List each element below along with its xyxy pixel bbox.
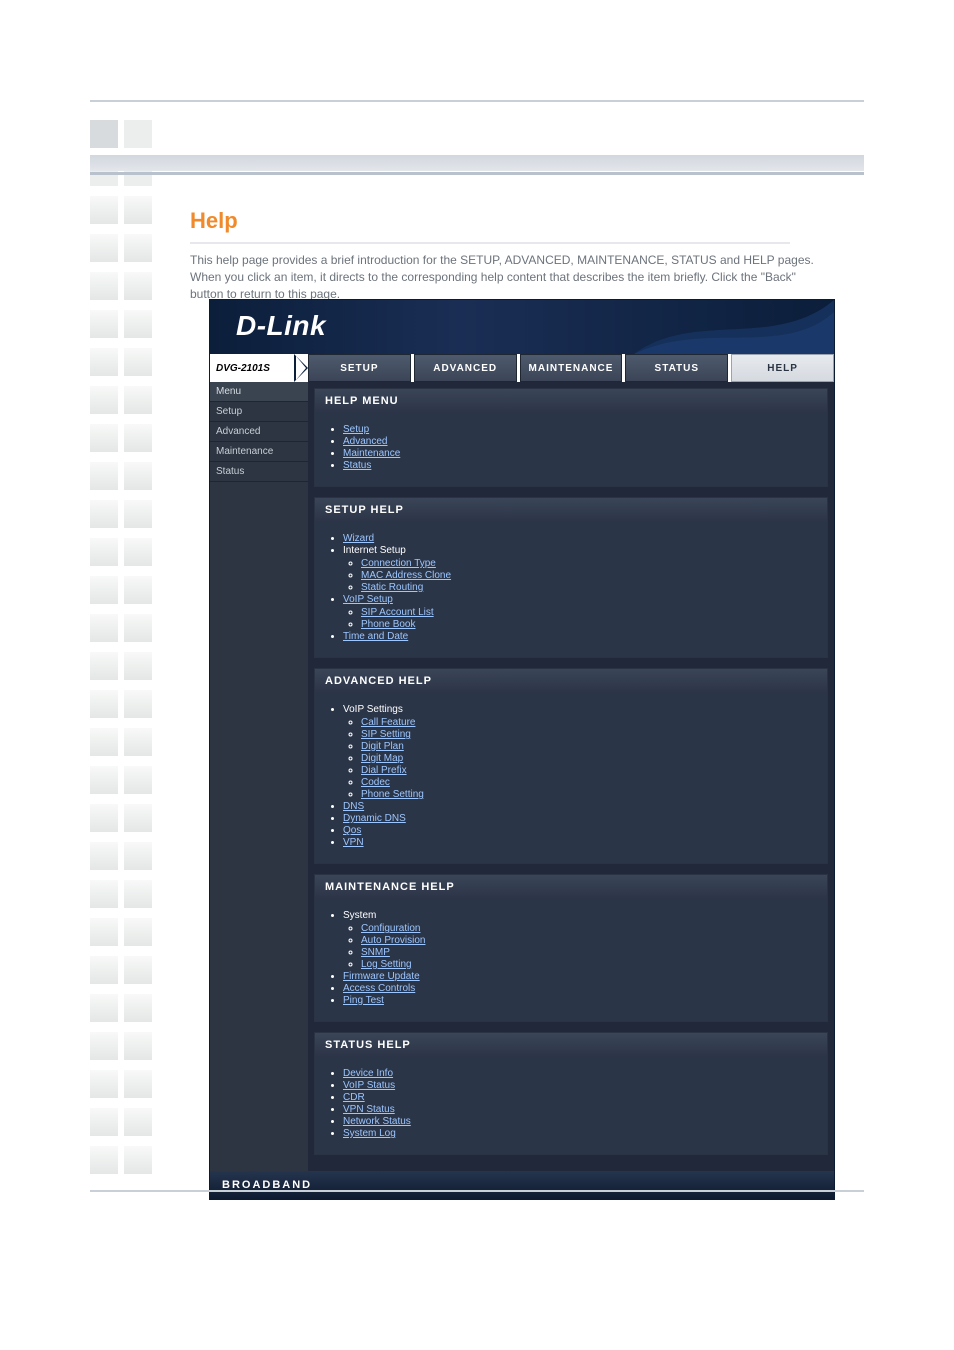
text-voip-settings: VoIP Settings	[343, 704, 403, 715]
side-decoration	[90, 120, 160, 1184]
model-arrow-icon	[294, 354, 312, 382]
left-menu-maintenance[interactable]: Maintenance	[210, 442, 308, 462]
left-menu-status[interactable]: Status	[210, 462, 308, 482]
left-menu: Menu Setup Advanced Maintenance Status	[210, 382, 308, 1171]
link-call-feature[interactable]: Call Feature	[361, 717, 415, 728]
model-text: DVG-2101S	[216, 363, 270, 374]
link-voip-status[interactable]: VoIP Status	[343, 1080, 395, 1091]
bottom-rule	[90, 1190, 864, 1192]
help-intro-text: This help page provides a brief introduc…	[190, 252, 830, 302]
link-wizard[interactable]: Wizard	[343, 533, 374, 544]
link-qos[interactable]: Qos	[343, 825, 361, 836]
link-firmware-update[interactable]: Firmware Update	[343, 971, 420, 982]
tab-advanced[interactable]: ADVANCED	[414, 354, 517, 382]
panel-header-advanced-help: ADVANCED HELP	[315, 669, 827, 693]
link-system-log[interactable]: System Log	[343, 1128, 396, 1139]
content-column: HELP MENU Setup Advanced Maintenance Sta…	[308, 382, 834, 1171]
link-digit-plan[interactable]: Digit Plan	[361, 741, 404, 752]
link-ping-test[interactable]: Ping Test	[343, 995, 384, 1006]
link-help-advanced[interactable]: Advanced	[343, 436, 387, 447]
link-auto-provision[interactable]: Auto Provision	[361, 935, 425, 946]
link-vpn[interactable]: VPN	[343, 837, 364, 848]
link-device-info[interactable]: Device Info	[343, 1068, 393, 1079]
link-dns[interactable]: DNS	[343, 801, 364, 812]
link-vpn-status[interactable]: VPN Status	[343, 1104, 395, 1115]
link-sip-account-list[interactable]: SIP Account List	[361, 607, 434, 618]
text-system: System	[343, 910, 376, 921]
router-screenshot: D-Link DVG-2101S SETUP ADVANCED MAINTENA…	[210, 300, 834, 1199]
panel-body-advanced-help: VoIP Settings Call Feature SIP Setting D…	[315, 693, 827, 863]
section-heading-help: Help	[190, 208, 790, 244]
link-phone-setting[interactable]: Phone Setting	[361, 789, 424, 800]
left-menu-head: Menu	[210, 382, 308, 402]
link-help-setup[interactable]: Setup	[343, 424, 369, 435]
link-time-date[interactable]: Time and Date	[343, 631, 408, 642]
panel-body-status-help: Device Info VoIP Status CDR VPN Status N…	[315, 1057, 827, 1154]
link-static-routing[interactable]: Static Routing	[361, 582, 423, 593]
link-configuration[interactable]: Configuration	[361, 923, 420, 934]
panel-advanced-help: ADVANCED HELP VoIP Settings Call Feature…	[314, 668, 828, 864]
panel-setup-help: SETUP HELP Wizard Internet Setup Connect…	[314, 497, 828, 658]
top-rule	[90, 100, 864, 102]
panel-status-help: STATUS HELP Device Info VoIP Status CDR …	[314, 1032, 828, 1155]
panel-maintenance-help: MAINTENANCE HELP System Configuration Au…	[314, 874, 828, 1022]
panel-header-status-help: STATUS HELP	[315, 1033, 827, 1057]
model-tab-bar: DVG-2101S SETUP ADVANCED MAINTENANCE STA…	[210, 354, 834, 382]
tab-setup[interactable]: SETUP	[308, 354, 411, 382]
link-mac-address-clone[interactable]: MAC Address Clone	[361, 570, 451, 581]
link-connection-type[interactable]: Connection Type	[361, 558, 436, 569]
left-menu-setup[interactable]: Setup	[210, 402, 308, 422]
link-network-status[interactable]: Network Status	[343, 1116, 411, 1127]
panel-body-maintenance-help: System Configuration Auto Provision SNMP…	[315, 899, 827, 1021]
tab-status[interactable]: STATUS	[625, 354, 728, 382]
panel-header-maintenance-help: MAINTENANCE HELP	[315, 875, 827, 899]
model-label: DVG-2101S	[210, 354, 308, 382]
header-swoosh-graphic	[634, 300, 834, 354]
tab-maintenance[interactable]: MAINTENANCE	[520, 354, 623, 382]
link-help-status[interactable]: Status	[343, 460, 371, 471]
panel-body-help-menu: Setup Advanced Maintenance Status	[315, 413, 827, 486]
panel-header-help-menu: HELP MENU	[315, 389, 827, 413]
link-dial-prefix[interactable]: Dial Prefix	[361, 765, 407, 776]
link-digit-map[interactable]: Digit Map	[361, 753, 403, 764]
panel-help-menu: HELP MENU Setup Advanced Maintenance Sta…	[314, 388, 828, 487]
link-phone-book[interactable]: Phone Book	[361, 619, 416, 630]
left-menu-advanced[interactable]: Advanced	[210, 422, 308, 442]
header-band	[90, 155, 864, 171]
tab-help[interactable]: HELP	[731, 354, 834, 382]
router-footer: BROADBAND	[210, 1171, 834, 1199]
link-voip-setup[interactable]: VoIP Setup	[343, 594, 393, 605]
link-snmp[interactable]: SNMP	[361, 947, 390, 958]
link-codec[interactable]: Codec	[361, 777, 390, 788]
panel-body-setup-help: Wizard Internet Setup Connection Type MA…	[315, 522, 827, 657]
panel-header-setup-help: SETUP HELP	[315, 498, 827, 522]
link-access-controls[interactable]: Access Controls	[343, 983, 415, 994]
link-dynamic-dns[interactable]: Dynamic DNS	[343, 813, 406, 824]
link-help-maintenance[interactable]: Maintenance	[343, 448, 400, 459]
page: { "doc": { "title_line": "", "help_headi…	[0, 0, 954, 1350]
link-log-setting[interactable]: Log Setting	[361, 959, 412, 970]
tab-row: SETUP ADVANCED MAINTENANCE STATUS HELP	[308, 354, 834, 382]
link-sip-setting[interactable]: SIP Setting	[361, 729, 411, 740]
text-internet-setup: Internet Setup	[343, 545, 406, 556]
header-band-underline	[90, 172, 864, 175]
link-cdr[interactable]: CDR	[343, 1092, 365, 1103]
router-body: Menu Setup Advanced Maintenance Status H…	[210, 382, 834, 1171]
router-brand-header: D-Link	[210, 300, 834, 354]
